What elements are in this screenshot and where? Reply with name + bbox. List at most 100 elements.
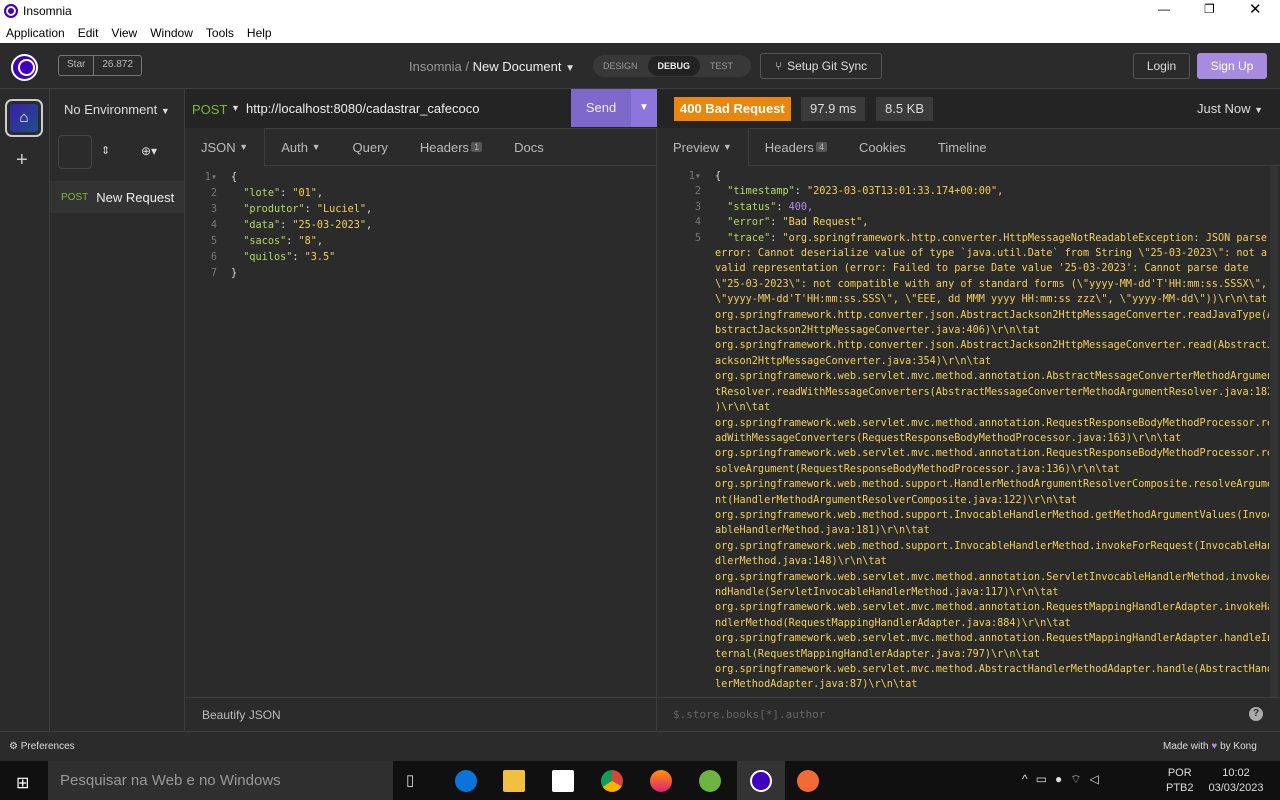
request-item[interactable]: POST New Request (50, 181, 184, 213)
postman-icon[interactable] (797, 770, 819, 792)
mode-debug[interactable]: DEBUG (647, 56, 701, 76)
menu-help[interactable]: Help (247, 26, 272, 40)
document-name[interactable]: New Document (473, 59, 562, 74)
chevron-down-icon: ▼ (722, 142, 732, 152)
lang-layout: PTB2 (1166, 782, 1194, 794)
code-line: org.springframework.web.servlet.mvc.meth… (679, 600, 1269, 615)
code-token: { (231, 172, 238, 183)
store-icon[interactable] (552, 770, 574, 792)
menu-tools[interactable]: Tools (206, 26, 234, 40)
menu-application[interactable]: Application (6, 26, 65, 40)
scrollbar[interactable] (1270, 167, 1278, 697)
filter-input[interactable] (58, 135, 92, 169)
maximize-button[interactable]: ❐ (1204, 2, 1215, 16)
made-with-kong[interactable]: Made with ♥ by Kong (1163, 741, 1257, 752)
tab-query[interactable]: Query (337, 129, 404, 166)
code-token: org.springframework.web.servlet.mvc.meth… (715, 633, 1269, 645)
code-token: "produtor" (243, 204, 305, 215)
send-options-button[interactable]: ▼ (631, 89, 657, 127)
tab-json[interactable]: JSON ▼ (185, 128, 266, 166)
home-button[interactable]: ⌂ (5, 99, 43, 137)
chevron-down-icon[interactable]: ▼ (231, 103, 240, 113)
insomnia-logo[interactable] (11, 54, 38, 81)
git-sync-button[interactable]: ⑂ Setup Git Sync (760, 53, 882, 79)
insomnia-icon (750, 770, 772, 792)
response-viewer[interactable]: 1▾ {2 "timestamp": "2023-03-03T13:01:33.1… (657, 167, 1269, 697)
signup-button[interactable]: Sign Up (1197, 53, 1267, 79)
tab-label: Preview (673, 139, 720, 155)
code-line: nt(HandlerMethodArgumentResolverComposit… (679, 493, 1269, 508)
clock[interactable]: 10:02 03/03/2023 (1205, 766, 1267, 796)
code-token: : (304, 204, 317, 215)
code-line: 5 "trace": "org.springframework.http.con… (679, 231, 1269, 246)
menu-edit[interactable]: Edit (78, 26, 99, 40)
preferences-button[interactable]: ⚙ Preferences (9, 741, 75, 752)
code-line: dlerMethod.java:148)\r\n\tat (679, 554, 1269, 569)
title-bar: Insomnia — ❐ ✕ (0, 0, 1280, 22)
close-button[interactable]: ✕ (1249, 0, 1262, 18)
request-tabs: JSON ▼ Auth ▼ Query Headers 1 Docs (185, 128, 656, 166)
help-icon[interactable]: ? (1249, 707, 1263, 721)
environment-select[interactable]: No Environment ▼ (64, 102, 170, 117)
code-line: solveArgument(RequestResponseBodyMethodP… (679, 462, 1269, 477)
url-input[interactable]: http://localhost:8080/cadastrar_cafecoco (246, 101, 479, 116)
code-token: "error" (727, 217, 771, 229)
code-line: tResolver.readWithMessageConverters(Abst… (679, 385, 1269, 400)
tab-preview[interactable]: Preview ▼ (657, 128, 749, 166)
code-token: error: Cannot deserialize value of type … (715, 248, 1268, 260)
system-tray-icons[interactable]: ^▭●⌔◁ (1022, 772, 1107, 787)
code-line: error: Cannot deserialize value of type … (679, 246, 1269, 261)
login-button[interactable]: Login (1133, 53, 1190, 79)
mode-design[interactable]: DESIGN (593, 61, 648, 71)
status-bar: ⚙ Preferences Made with ♥ by Kong (0, 731, 1280, 761)
add-item-button[interactable]: ⊕▾ (141, 144, 157, 158)
windows-start-icon[interactable]: ⊞ (16, 773, 29, 793)
insomnia-taskbar-button[interactable] (737, 761, 785, 800)
tab-headers[interactable]: Headers 1 (404, 129, 498, 166)
code-line: bstractJackson2HttpMessageConverter.java… (679, 323, 1269, 338)
tab-headers[interactable]: Headers 4 (749, 129, 843, 166)
code-token: org.springframework.web.servlet.mvc.meth… (715, 371, 1269, 383)
filter-input[interactable]: $.store.books[*].author (673, 708, 825, 721)
tab-timeline[interactable]: Timeline (922, 129, 1003, 166)
mode-test[interactable]: TEST (700, 61, 743, 71)
chevron-down-icon: ▼ (1254, 105, 1264, 115)
language-indicator[interactable]: POR PTB2 (1166, 766, 1194, 796)
line-number: 3 (694, 201, 701, 213)
line-number: 6 (210, 252, 217, 263)
firefox-icon[interactable] (650, 770, 672, 792)
tab-cookies[interactable]: Cookies (843, 129, 922, 166)
chevron-down-icon[interactable]: ▼ (565, 63, 575, 74)
minimize-button[interactable]: — (1158, 2, 1170, 16)
line-number: 4 (694, 217, 701, 229)
code-token: org.springframework.web.servlet.mvc.meth… (715, 571, 1269, 583)
beautify-json-button[interactable]: Beautify JSON (202, 708, 281, 722)
task-view-icon[interactable]: ▯ (406, 771, 414, 789)
code-token: "timestamp" (727, 186, 795, 198)
tab-auth[interactable]: Auth ▼ (265, 129, 336, 166)
request-body-editor[interactable]: 1▾{2 "lote": "01", 3 "produtor": "Luciel"… (195, 170, 372, 282)
method-select[interactable]: POST (192, 102, 227, 117)
tab-docs[interactable]: Docs (498, 129, 560, 166)
history-dropdown[interactable]: Just Now ▼ (1197, 101, 1263, 116)
chrome-icon[interactable] (601, 770, 623, 792)
code-token: org.springframework.web.servlet.mvc.meth… (715, 602, 1269, 614)
menu-window[interactable]: Window (150, 26, 193, 40)
file-explorer-icon[interactable] (503, 770, 525, 792)
sort-icon[interactable]: ⇕ (101, 144, 110, 157)
spring-tool-icon[interactable] (699, 770, 721, 792)
breadcrumb-root[interactable]: Insomnia (409, 59, 462, 74)
send-button[interactable]: Send (571, 89, 631, 127)
code-token: "Bad Request", (782, 217, 869, 229)
code-token: dlerMethod.java:148)\r\n\tat (715, 556, 887, 568)
menu-view[interactable]: View (111, 26, 137, 40)
code-line: org.springframework.web.method.support.H… (679, 477, 1269, 492)
code-line: ndlerMethod(RequestMappingHandlerAdapter… (679, 616, 1269, 631)
code-token: } (231, 268, 238, 279)
taskbar-search[interactable]: Pesquisar na Web e no Windows (48, 761, 393, 800)
code-token: adWithMessageConverters(RequestResponseB… (715, 432, 1182, 444)
edge-icon[interactable] (455, 770, 477, 792)
github-star-button[interactable]: Star 26.872 (58, 55, 142, 76)
plus-icon[interactable]: + (16, 149, 28, 172)
